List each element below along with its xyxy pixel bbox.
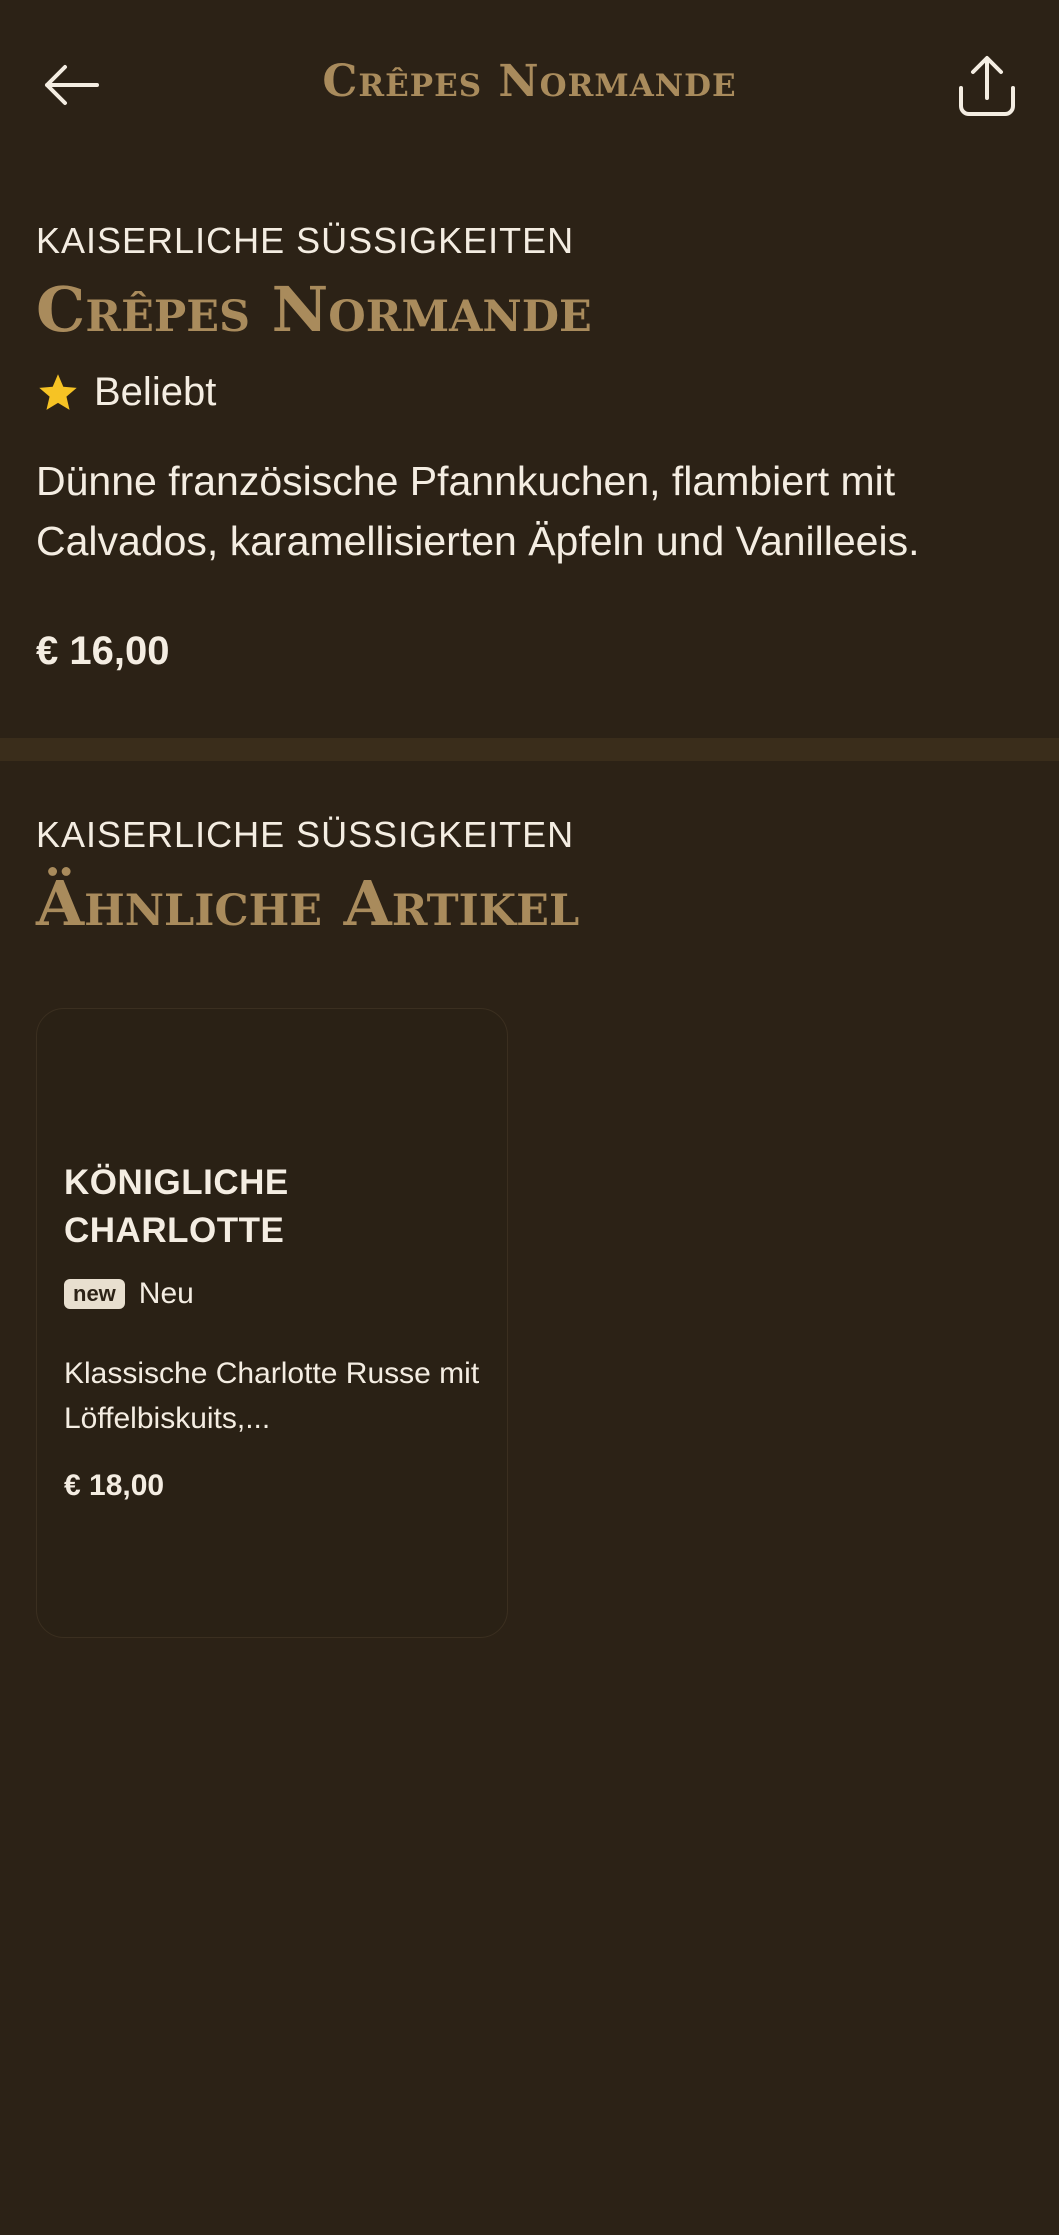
new-badge-label: Neu: [138, 1277, 194, 1310]
item-description: Dünne französische Pfannkuchen, flambier…: [36, 458, 920, 565]
similar-item-card[interactable]: KÖNIGLICHE CHARLOTTE new Neu Klassische …: [36, 1008, 508, 1638]
similar-heading: Ähnliche Artikel: [36, 867, 580, 940]
new-badge-row: new Neu: [64, 1277, 484, 1311]
similar-item-title: KÖNIGLICHE CHARLOTTE: [64, 1163, 289, 1250]
similar-category: KAISERLICHE SÜSSIGKEITEN: [36, 814, 575, 855]
similar-items-section: KAISERLICHE SÜSSIGKEITEN Ähnliche Artike…: [36, 814, 1026, 938]
new-badge: new: [64, 1279, 125, 1309]
item-price: € 16,00: [36, 629, 170, 674]
item-title: Crêpes Normande: [36, 273, 592, 346]
similar-item-description: Klassische Charlotte Russe mit Löffelbis…: [64, 1357, 480, 1435]
share-icon: [959, 56, 1015, 116]
page-title: Crêpes Normande: [322, 56, 737, 107]
item-category: KAISERLICHE SÜSSIGKEITEN: [36, 220, 575, 261]
section-divider: [0, 738, 1059, 761]
popular-badge: Beliebt: [36, 370, 1026, 415]
item-detail: KAISERLICHE SÜSSIGKEITEN Crêpes Normande…: [36, 220, 1026, 674]
popular-badge-label: Beliebt: [94, 370, 217, 415]
share-button[interactable]: [951, 50, 1023, 122]
top-bar: Crêpes Normande: [0, 0, 1059, 166]
star-icon: [36, 371, 80, 415]
similar-item-price: € 18,00: [64, 1469, 165, 1502]
